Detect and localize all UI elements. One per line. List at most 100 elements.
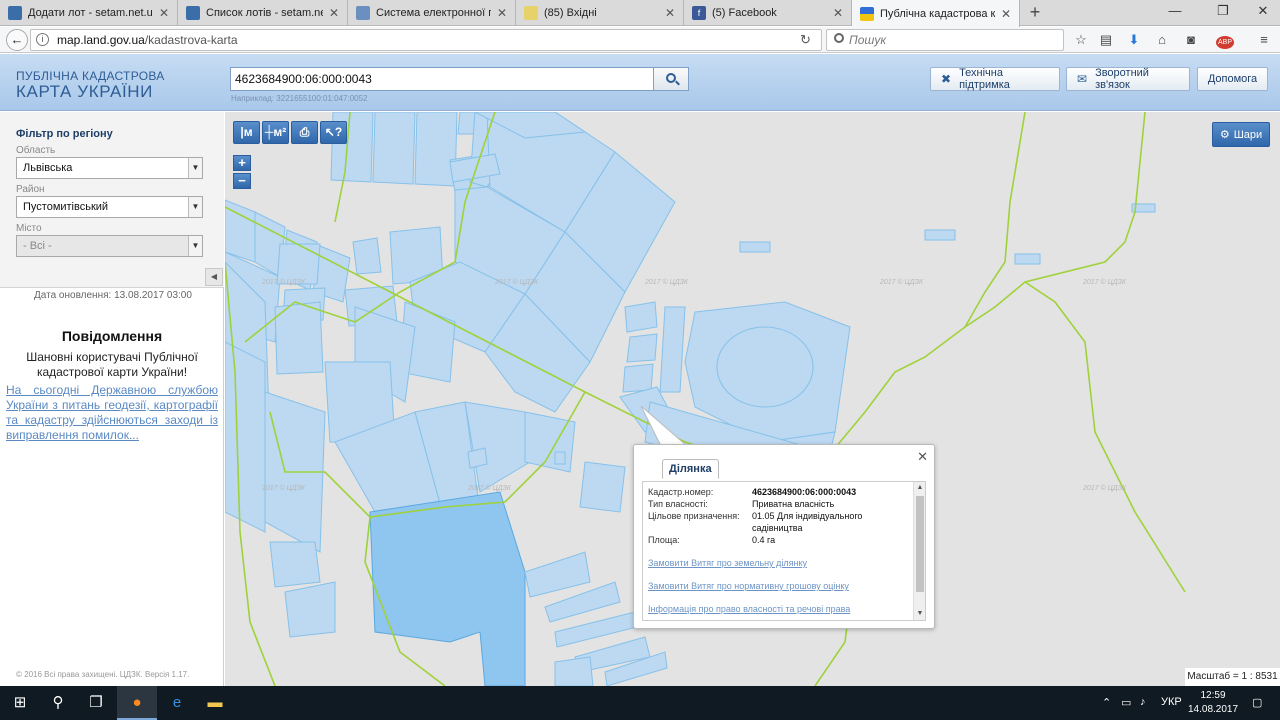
- land-parcel: [284, 581, 336, 638]
- scroll-down-icon[interactable]: ▼: [914, 608, 925, 620]
- measure-area-tool[interactable]: ┼м²: [262, 121, 289, 144]
- reload-icon[interactable]: ↻: [800, 32, 811, 48]
- search-icon[interactable]: ⚲: [38, 686, 78, 720]
- city-label: Місто: [16, 223, 42, 234]
- boundary-line: [1024, 281, 1186, 593]
- popup-scrollbar[interactable]: ▲ ▼: [913, 482, 925, 620]
- browser-tab[interactable]: (85) Вхідні ✕: [516, 0, 684, 26]
- cadastral-number-search-input[interactable]: 4623684900:06:000:0043: [230, 67, 654, 91]
- oblast-select[interactable]: Львівська ▼: [16, 157, 203, 179]
- land-parcel: [554, 451, 566, 465]
- reading-list-icon[interactable]: ▤: [1096, 31, 1116, 49]
- close-tab-icon[interactable]: ✕: [665, 6, 675, 20]
- home-icon[interactable]: ⌂: [1152, 31, 1172, 49]
- windows-start-icon[interactable]: ⊞: [0, 686, 40, 720]
- help-button[interactable]: Допомога: [1197, 67, 1268, 91]
- tech-support-button[interactable]: ✖ Технічна підтримка: [930, 67, 1060, 91]
- close-tab-icon[interactable]: ✕: [329, 6, 339, 20]
- copyright: © 2016 Всі права захищені. ЦДЗК. Версія …: [16, 670, 190, 679]
- close-tab-icon[interactable]: ✕: [159, 6, 169, 20]
- notifications-icon[interactable]: ▢: [1252, 696, 1262, 709]
- layers-button[interactable]: ⚙ Шари: [1212, 122, 1270, 147]
- new-tab-icon[interactable]: +: [1024, 2, 1046, 23]
- browser-tab[interactable]: Список лотів - setam.net.ua ✕: [178, 0, 348, 26]
- land-parcel: [276, 243, 321, 285]
- volume-icon[interactable]: ♪: [1140, 696, 1146, 708]
- browser-tab[interactable]: Додати лот - setam.net.ua ✕: [0, 0, 178, 26]
- back-arrow-icon[interactable]: ←: [6, 29, 28, 51]
- close-tab-icon[interactable]: ✕: [833, 6, 843, 20]
- shield-favicon-icon: [356, 6, 370, 20]
- bookmark-star-icon[interactable]: ☆: [1071, 31, 1091, 49]
- news-link[interactable]: На сьогодні Державною службою України з …: [6, 383, 218, 443]
- land-parcel: [579, 461, 626, 513]
- scroll-up-icon[interactable]: ▲: [914, 482, 925, 494]
- language-indicator[interactable]: УКР: [1161, 696, 1182, 708]
- minimize-window-icon[interactable]: —: [1160, 3, 1190, 18]
- collapse-panel-button[interactable]: ◀: [205, 268, 223, 286]
- close-window-icon[interactable]: ✕: [1248, 3, 1278, 19]
- tab-title: (85) Вхідні: [544, 7, 597, 19]
- update-date: Дата оновлення: 13.08.2017 03:00: [34, 290, 192, 301]
- district-select[interactable]: Пустомитівський ▼: [16, 196, 203, 218]
- identify-tool[interactable]: ↖?: [320, 121, 347, 144]
- chevron-down-icon: ▼: [188, 158, 202, 178]
- edge-icon[interactable]: e: [157, 686, 197, 720]
- tab-parcel[interactable]: Ділянка: [662, 459, 719, 479]
- print-tool[interactable]: ⎙: [291, 121, 318, 144]
- chevron-down-icon: ▼: [188, 197, 202, 217]
- scrollbar-thumb[interactable]: [916, 496, 924, 592]
- clock-date: 14.08.2017: [1188, 704, 1239, 715]
- left-panel: Фільтр по регіону Область Львівська ▼ Ра…: [0, 112, 224, 686]
- tab-title: Система електронної пош: [376, 7, 491, 19]
- tools-icon: ✖: [941, 72, 952, 86]
- land-parcel: [924, 229, 956, 241]
- map-toolbar: |м ┼м² ⎙ ↖?: [233, 121, 349, 144]
- order-extract-link[interactable]: Замовити Витяг про земельну ділянку: [648, 558, 807, 568]
- zoom-in-button[interactable]: +: [233, 155, 251, 171]
- browser-search-input[interactable]: Пошук: [826, 29, 1064, 51]
- boundary-line: [814, 112, 1146, 473]
- site-logo-line1[interactable]: ПУБЛІЧНА КАДАСТРОВА: [16, 69, 165, 83]
- system-clock[interactable]: 12:59 14.08.2017: [1188, 689, 1238, 717]
- url-bar[interactable]: map.land.gov.ua/kadastrova-karta: [30, 29, 822, 51]
- close-tab-icon[interactable]: ✕: [1001, 7, 1011, 21]
- land-parcel: [225, 341, 266, 533]
- url-domain: map.land.gov.ua: [57, 33, 145, 47]
- browser-tab[interactable]: f (5) Facebook ✕: [684, 0, 852, 26]
- zoom-out-button[interactable]: −: [233, 173, 251, 189]
- city-selected-value: - Всі -: [23, 240, 52, 252]
- pocket-icon[interactable]: ◙: [1181, 31, 1201, 49]
- land-parcel: [659, 306, 686, 393]
- site-logo-line2[interactable]: КАРТА УКРАЇНИ: [16, 82, 153, 102]
- attribute-label: Цільове призначення:: [648, 511, 740, 521]
- task-view-icon[interactable]: ❐: [76, 686, 116, 720]
- order-valuation-link[interactable]: Замовити Витяг про нормативну грошову оц…: [648, 581, 849, 591]
- feedback-button[interactable]: ✉ Зворотний зв'язок: [1066, 67, 1190, 91]
- browser-tab-strip: Додати лот - setam.net.ua ✕ Список лотів…: [0, 0, 1280, 27]
- search-example-hint: Наприклад: 3221655100:01:047:0052: [231, 94, 368, 103]
- close-icon[interactable]: ✕: [917, 449, 928, 465]
- search-button[interactable]: [653, 67, 689, 91]
- tab-title: Додати лот - setam.net.ua: [28, 7, 153, 19]
- oblast-label: Область: [16, 145, 56, 156]
- cadastral-map[interactable]: 2017 © ЦДЗК 2017 © ЦДЗК 2017 © ЦДЗК 2017…: [225, 112, 1280, 686]
- measure-distance-tool[interactable]: |м: [233, 121, 260, 144]
- browser-tab-active[interactable]: Публічна кадастрова карта ✕: [852, 0, 1020, 27]
- clock-time: 12:59: [1200, 690, 1226, 701]
- close-tab-icon[interactable]: ✕: [497, 6, 507, 20]
- file-explorer-icon[interactable]: ▬: [195, 686, 235, 720]
- downloads-icon[interactable]: ⬇: [1124, 31, 1144, 49]
- attribute-label: Площа:: [648, 535, 680, 545]
- tray-chevron-up-icon[interactable]: ⌃: [1102, 696, 1111, 709]
- map-watermark: 2017 © ЦДЗК: [262, 485, 306, 492]
- ownership-info-link[interactable]: Інформація про право власності та речові…: [648, 604, 850, 614]
- site-info-icon[interactable]: i: [36, 33, 49, 46]
- firefox-icon[interactable]: ●: [117, 686, 157, 720]
- browser-tab[interactable]: Система електронної пош ✕: [348, 0, 516, 26]
- restore-window-icon[interactable]: ❐: [1208, 3, 1238, 19]
- adblock-icon[interactable]: ABP: [1212, 31, 1238, 49]
- network-icon[interactable]: ▭: [1121, 696, 1131, 709]
- land-parcel: [414, 112, 458, 187]
- menu-hamburger-icon[interactable]: ≡: [1254, 31, 1274, 49]
